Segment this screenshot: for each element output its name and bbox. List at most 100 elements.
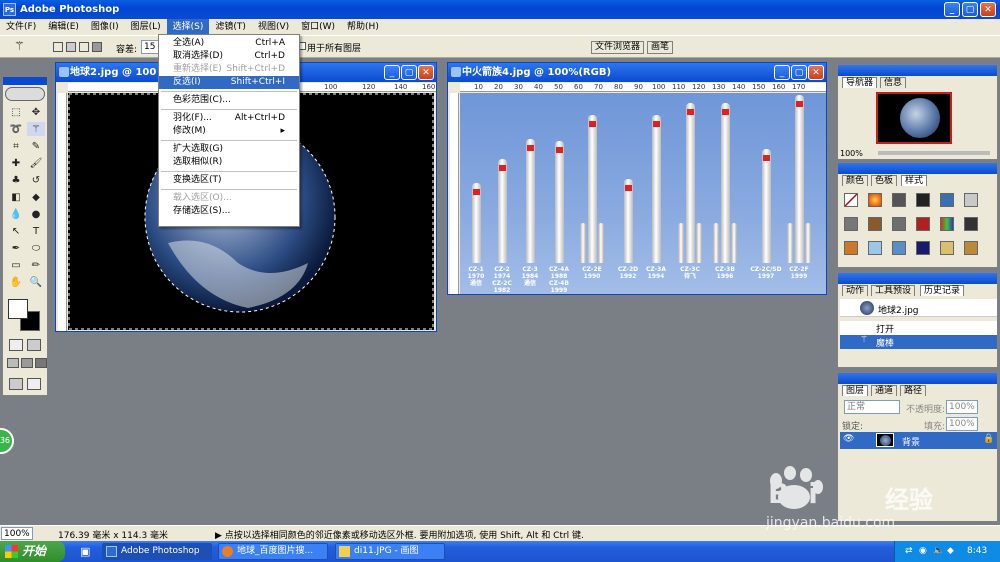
style-swatch[interactable] bbox=[964, 193, 978, 207]
style-swatch[interactable] bbox=[964, 241, 978, 255]
tab-channels[interactable]: 通道 bbox=[871, 385, 898, 396]
document-size[interactable]: 176.39 毫米 x 114.3 毫米 bbox=[58, 528, 168, 541]
select-menu-item[interactable]: 羽化(F)... Alt+Ctrl+D bbox=[159, 112, 299, 125]
navigator-preview[interactable] bbox=[876, 92, 952, 144]
style-swatch[interactable] bbox=[892, 241, 906, 255]
style-swatch[interactable] bbox=[868, 193, 882, 207]
doc1-minimize-button[interactable]: _ bbox=[384, 65, 400, 80]
menu-window[interactable]: 窗口(W) bbox=[295, 19, 341, 35]
menu-edit[interactable]: 编辑(E) bbox=[42, 19, 85, 35]
healing-icon[interactable]: ✚ bbox=[7, 156, 25, 170]
brush-icon[interactable]: 🖌 bbox=[27, 156, 45, 170]
notes-icon[interactable]: ▭ bbox=[7, 258, 25, 272]
close-button[interactable]: ✕ bbox=[980, 2, 996, 17]
menu-view[interactable]: 视图(V) bbox=[252, 19, 295, 35]
screen-mode-1-icon[interactable] bbox=[7, 358, 19, 368]
style-swatch[interactable] bbox=[940, 241, 954, 255]
select-menu-item[interactable]: 重新选择(E) Shift+Ctrl+D bbox=[159, 63, 299, 76]
tab-paths[interactable]: 路径 bbox=[900, 385, 927, 396]
new-selection-icon[interactable] bbox=[53, 42, 63, 52]
start-button[interactable]: 开始 bbox=[0, 541, 65, 562]
move-icon[interactable]: ✥ bbox=[27, 105, 45, 119]
style-none-swatch[interactable] bbox=[844, 193, 858, 207]
network-icon[interactable]: ⇄ bbox=[905, 541, 913, 562]
menu-help[interactable]: 帮助(H) bbox=[341, 19, 385, 35]
standard-mode-icon[interactable] bbox=[9, 339, 23, 351]
add-selection-icon[interactable] bbox=[66, 42, 76, 52]
style-swatch[interactable] bbox=[868, 241, 882, 255]
doc1-close-button[interactable]: ✕ bbox=[418, 65, 434, 80]
select-menu-item[interactable]: 全选(A) Ctrl+A bbox=[159, 37, 299, 50]
stamp-icon[interactable]: ♣ bbox=[7, 173, 25, 187]
tab-file-browser[interactable]: 文件浏览器 bbox=[591, 41, 645, 54]
screen-mode-3-icon[interactable] bbox=[35, 358, 47, 368]
menu-select[interactable]: 选择(S) bbox=[166, 19, 210, 35]
pen-icon[interactable]: ✒ bbox=[7, 241, 25, 255]
style-swatch[interactable] bbox=[916, 241, 930, 255]
style-swatch[interactable] bbox=[844, 217, 858, 231]
select-menu-item[interactable]: 存储选区(S)... bbox=[159, 205, 299, 218]
eraser-icon[interactable]: ◧ bbox=[7, 190, 25, 204]
clock[interactable]: 8:43 bbox=[967, 541, 987, 562]
doc1-maximize-button[interactable]: ▢ bbox=[401, 65, 417, 80]
menu-layer[interactable]: 图层(L) bbox=[125, 19, 167, 35]
bucket-icon[interactable]: ◆ bbox=[27, 190, 45, 204]
lasso-icon[interactable]: ➰ bbox=[7, 122, 25, 136]
style-swatch[interactable] bbox=[940, 193, 954, 207]
slice-icon[interactable]: ✎ bbox=[27, 139, 45, 153]
task-paint[interactable]: di11.JPG - 画图 bbox=[335, 543, 445, 560]
status-zoom[interactable]: 100% bbox=[1, 527, 33, 540]
maximize-button[interactable]: ▢ bbox=[962, 2, 978, 17]
jump-icon[interactable] bbox=[27, 378, 41, 390]
blur-icon[interactable]: 💧 bbox=[7, 207, 25, 221]
doc2-maximize-button[interactable]: ▢ bbox=[791, 65, 807, 80]
screen-mode-2-icon[interactable] bbox=[21, 358, 33, 368]
show-desktop-icon[interactable]: ▣ bbox=[80, 545, 90, 558]
tab-swatches[interactable]: 色板 bbox=[871, 175, 898, 186]
tab-actions[interactable]: 动作 bbox=[842, 285, 869, 296]
layer-row-background[interactable]: 👁 背景 🔒 bbox=[840, 432, 997, 449]
subtract-selection-icon[interactable] bbox=[79, 42, 89, 52]
intersect-selection-icon[interactable] bbox=[92, 42, 102, 52]
task-browser[interactable]: 地球_百度图片搜... bbox=[218, 543, 328, 560]
tolerance-input[interactable]: 15 bbox=[141, 40, 159, 54]
select-menu-item[interactable]: 取消选择(D) Ctrl+D bbox=[159, 50, 299, 63]
select-menu-item[interactable]: 修改(M) ▸ bbox=[159, 125, 299, 138]
eyedropper-icon[interactable]: ✏ bbox=[27, 258, 45, 272]
menu-file[interactable]: 文件(F) bbox=[0, 19, 42, 35]
tab-info[interactable]: 信息 bbox=[880, 77, 907, 88]
select-menu-item[interactable]: 色彩范围(C)... bbox=[159, 94, 299, 107]
magic-wand-tool-icon[interactable]: ⚚ bbox=[27, 122, 45, 136]
type-icon[interactable]: T bbox=[27, 224, 45, 238]
select-menu-item[interactable]: 选取相似(R) bbox=[159, 156, 299, 169]
doc2-close-button[interactable]: ✕ bbox=[808, 65, 824, 80]
select-menu-item[interactable]: 变换选区(T) bbox=[159, 174, 299, 187]
tab-color[interactable]: 颜色 bbox=[842, 175, 869, 186]
security-icon[interactable]: ◆ bbox=[947, 541, 954, 562]
tab-tool-presets[interactable]: 工具预设 bbox=[871, 285, 916, 296]
style-swatch[interactable] bbox=[868, 217, 882, 231]
history-snapshot[interactable]: 地球2.jpg bbox=[840, 299, 997, 317]
history-item-selected[interactable]: ⚚ 魔棒 bbox=[840, 335, 997, 349]
magic-wand-icon[interactable]: ⚚ bbox=[14, 39, 25, 53]
style-swatch[interactable] bbox=[892, 217, 906, 231]
eye-logo-icon[interactable] bbox=[5, 87, 45, 101]
task-photoshop[interactable]: Adobe Photoshop bbox=[102, 543, 212, 560]
style-swatch[interactable] bbox=[916, 193, 930, 207]
doc2-minimize-button[interactable]: _ bbox=[774, 65, 790, 80]
select-menu-item[interactable]: 反选(I) Shift+Ctrl+I bbox=[159, 76, 299, 89]
history-brush-icon[interactable]: ↺ bbox=[27, 173, 45, 187]
menu-image[interactable]: 图像(I) bbox=[85, 19, 125, 35]
style-swatch[interactable] bbox=[940, 217, 954, 231]
imageready-icon[interactable] bbox=[9, 378, 23, 390]
eye-icon[interactable]: 👁 bbox=[843, 434, 854, 444]
shape-icon[interactable]: ⬭ bbox=[27, 241, 45, 255]
history-item[interactable]: 打开 bbox=[840, 321, 997, 335]
style-swatch[interactable] bbox=[844, 241, 858, 255]
tab-navigator[interactable]: 导航器 bbox=[842, 77, 878, 88]
navigator-zoom-slider[interactable] bbox=[878, 151, 990, 155]
navigator-zoom[interactable]: 100% bbox=[840, 149, 863, 158]
path-select-icon[interactable]: ↖ bbox=[7, 224, 25, 238]
tray-icon[interactable]: ◉ bbox=[919, 541, 927, 562]
foreground-color-swatch[interactable] bbox=[8, 299, 28, 319]
